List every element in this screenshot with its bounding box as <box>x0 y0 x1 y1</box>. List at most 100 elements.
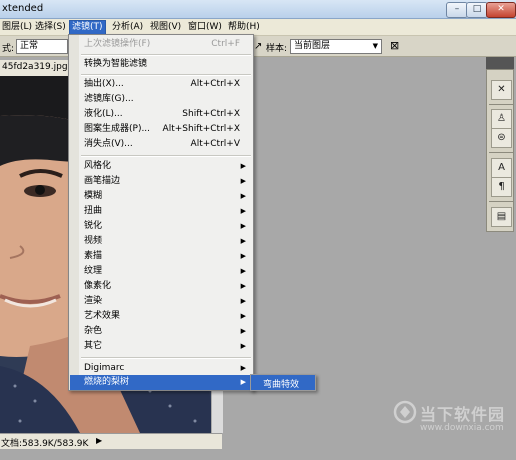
menu-item-blur[interactable]: 模糊 ▶ <box>70 189 252 204</box>
submenu-arrow-icon: ▶ <box>240 327 246 335</box>
palette-header[interactable] <box>486 57 514 69</box>
stamp-icon[interactable]: ⊜ <box>491 128 512 148</box>
minimize-button[interactable]: – <box>446 2 468 18</box>
menu-item-other[interactable]: 其它 ▶ <box>70 339 252 354</box>
mode-select-value: 正常 <box>20 41 39 51</box>
menu-separator <box>81 357 251 359</box>
tools-crossed-icon[interactable]: ✕ <box>491 80 512 100</box>
menu-item-label: 风格化 <box>84 161 112 171</box>
menu-item-distort[interactable]: 扭曲 ▶ <box>70 204 252 219</box>
submenu-item-label: 弯曲特效 <box>263 380 300 390</box>
mode-label: 式: <box>2 44 15 54</box>
menu-item-noise[interactable]: 杂色 ▶ <box>70 324 252 339</box>
submenu-arrow-icon: ▶ <box>240 252 246 260</box>
menu-item-digimarc[interactable]: Digimarc ▶ <box>70 361 252 376</box>
title-bar: xtended – □ ✕ <box>0 0 516 19</box>
menu-item-shortcut: Alt+Ctrl+V <box>190 139 240 149</box>
menu-item-shortcut: Ctrl+F <box>211 39 240 49</box>
menu-separator <box>81 74 251 76</box>
layer-comps-icon[interactable]: ▤ <box>491 207 512 227</box>
submenu-arrow-icon: ▶ <box>240 297 246 305</box>
submenu-arrow-icon: ▶ <box>240 282 246 290</box>
ignore-adjustment-icon[interactable]: ⊠ <box>390 39 399 52</box>
menu-item-label: 杂色 <box>84 326 103 336</box>
menu-separator <box>81 54 251 56</box>
menu-item-stylize[interactable]: 风格化 ▶ <box>70 159 252 174</box>
menu-item-pixelate[interactable]: 像素化 ▶ <box>70 279 252 294</box>
paragraph-icon[interactable]: ¶ <box>491 177 512 197</box>
menu-item-shortcut: Alt+Shift+Ctrl+X <box>162 124 240 134</box>
menu-layer[interactable]: 图层(L) <box>0 21 34 35</box>
menu-item-label: 画笔描边 <box>84 176 121 186</box>
menu-item-label: 模糊 <box>84 191 103 201</box>
menu-window[interactable]: 窗口(W) <box>186 21 224 35</box>
mode-select[interactable]: 正常 <box>16 39 68 54</box>
menu-separator <box>81 155 251 157</box>
menu-item-label: 扭曲 <box>84 206 103 216</box>
menu-item-label: 抽出(X)... <box>84 79 124 89</box>
menu-item-label: 消失点(V)... <box>84 139 133 149</box>
close-button[interactable]: ✕ <box>486 2 516 18</box>
menu-item-filter-gallery[interactable]: 滤镜库(G)... <box>70 92 252 107</box>
menu-item-label: 上次滤镜操作(F) <box>84 39 151 49</box>
menu-item-artistic[interactable]: 艺术效果 ▶ <box>70 309 252 324</box>
status-bar: 文档:583.9K/583.9K ▶ <box>0 433 222 449</box>
menu-item-label: 转换为智能滤镜 <box>84 59 148 69</box>
submenu-arrow-icon: ▶ <box>240 162 246 170</box>
maximize-button[interactable]: □ <box>466 2 488 18</box>
watermark-url: www.downxia.com <box>420 423 504 433</box>
menu-item-shortcut: Alt+Ctrl+X <box>190 79 240 89</box>
window-title: xtended <box>2 3 44 14</box>
character-icon[interactable]: A <box>491 158 512 178</box>
menu-item-label: Digimarc <box>84 363 125 373</box>
menu-help[interactable]: 帮助(H) <box>226 21 262 35</box>
menu-item-brush-strokes[interactable]: 画笔描边 ▶ <box>70 174 252 189</box>
submenu-arrow-icon: ▶ <box>240 378 246 386</box>
menu-item-convert-smart-filter[interactable]: 转换为智能滤镜 <box>70 57 252 72</box>
clone-source-icon[interactable]: ♙ <box>491 109 512 129</box>
palette-divider <box>489 152 513 153</box>
menu-item-label: 素描 <box>84 251 103 261</box>
menu-item-last-filter: 上次滤镜操作(F) Ctrl+F <box>70 37 252 52</box>
submenu-arrow-icon: ▶ <box>240 177 246 185</box>
menu-item-label: 液化(L)... <box>84 109 123 119</box>
submenu-arrow-icon: ▶ <box>240 267 246 275</box>
menu-item-texture[interactable]: 纹理 ▶ <box>70 264 252 279</box>
menu-select[interactable]: 选择(S) <box>33 21 68 35</box>
menu-item-label: 锐化 <box>84 221 103 231</box>
watermark-logo <box>393 400 417 424</box>
menu-item-extract[interactable]: 抽出(X)... Alt+Ctrl+X <box>70 77 252 92</box>
menu-item-sharpen[interactable]: 锐化 ▶ <box>70 219 252 234</box>
submenu-item-bend-effect[interactable]: 弯曲特效 <box>250 374 316 391</box>
tool-icon[interactable]: ↗ <box>254 41 262 52</box>
menu-item-burning-pear-tree[interactable]: 燃烧的梨树 ▶ <box>70 375 252 390</box>
menu-item-video[interactable]: 视频 ▶ <box>70 234 252 249</box>
menu-view[interactable]: 视图(V) <box>148 21 183 35</box>
watermark-text: 当下软件园 <box>420 405 506 424</box>
menu-analysis[interactable]: 分析(A) <box>110 21 145 35</box>
filter-dropdown-menu: 上次滤镜操作(F) Ctrl+F 转换为智能滤镜 抽出(X)... Alt+Ct… <box>68 34 254 391</box>
menu-item-label: 视频 <box>84 236 103 246</box>
submenu-arrow-icon: ▶ <box>240 312 246 320</box>
menu-item-liquify[interactable]: 液化(L)... Shift+Ctrl+X <box>70 107 252 122</box>
menu-item-label: 其它 <box>84 341 103 351</box>
sample-label: 样本: <box>266 44 288 54</box>
submenu-arrow-icon: ▶ <box>240 237 246 245</box>
chevron-down-icon: ▼ <box>372 42 378 50</box>
status-menu-arrow-icon[interactable]: ▶ <box>96 436 102 445</box>
menu-item-shortcut: Shift+Ctrl+X <box>182 109 240 119</box>
menu-item-vanishing-point[interactable]: 消失点(V)... Alt+Ctrl+V <box>70 137 252 152</box>
menu-item-label: 图案生成器(P)... <box>84 124 151 134</box>
menu-item-label: 艺术效果 <box>84 311 121 321</box>
menu-item-render[interactable]: 渲染 ▶ <box>70 294 252 309</box>
submenu-arrow-icon: ▶ <box>240 364 246 372</box>
palette-divider <box>489 104 513 105</box>
menu-item-sketch[interactable]: 素描 ▶ <box>70 249 252 264</box>
menu-item-pattern-maker[interactable]: 图案生成器(P)... Alt+Shift+Ctrl+X <box>70 122 252 137</box>
sample-select[interactable]: 当前图层 ▼ <box>290 39 382 54</box>
sample-select-value: 当前图层 <box>294 41 331 51</box>
submenu-arrow-icon: ▶ <box>240 207 246 215</box>
menu-item-label: 像素化 <box>84 281 112 291</box>
menu-item-label: 燃烧的梨树 <box>84 377 130 387</box>
palette-divider <box>489 201 513 202</box>
